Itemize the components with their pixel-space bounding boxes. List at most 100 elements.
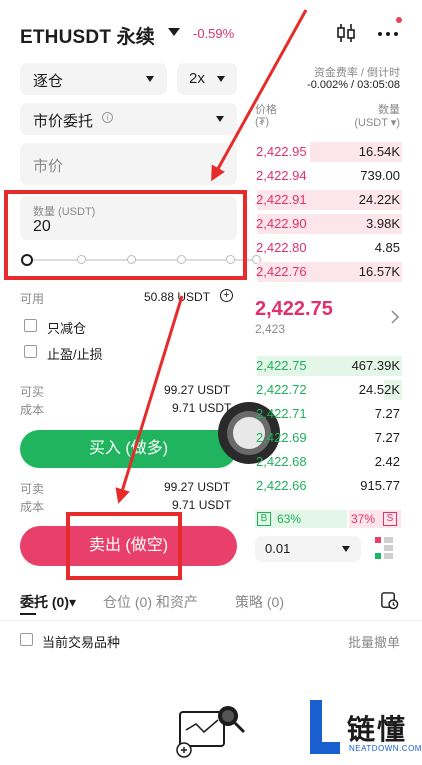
order-history-icon[interactable]: [380, 591, 399, 610]
notification-dot: [396, 17, 402, 23]
chevron-down-icon: [342, 546, 350, 552]
empty-orders-illustration: [176, 706, 246, 758]
info-icon[interactable]: i: [102, 112, 113, 123]
price-input[interactable]: 市价: [20, 143, 237, 185]
qty-column-header: 数量: [378, 104, 400, 116]
tab-orders-underline: [20, 613, 36, 615]
order-type-label: 市价委托: [33, 113, 94, 130]
buy-ratio-badge: B: [257, 512, 271, 526]
layout-block-gray: [384, 545, 393, 551]
tp-sl-label: 止盈/止损: [47, 347, 103, 362]
ask-quantity: 24.22K: [358, 192, 400, 207]
sell-cost-value: 9.71 USDT: [172, 498, 232, 512]
buy-cost-label: 成本: [20, 403, 45, 417]
price-placeholder: 市价: [33, 158, 64, 175]
price-change: -0.59%: [193, 26, 235, 41]
ask-row[interactable]: 2,422.90 3.98K: [254, 213, 402, 235]
bid-price: 2,422.71: [256, 406, 307, 421]
bid-price: 2,422.75: [256, 358, 307, 373]
ask-quantity: 3.98K: [366, 216, 400, 231]
reduce-only-checkbox[interactable]: [24, 319, 37, 332]
tab-strategy[interactable]: 策略 (0): [235, 592, 284, 612]
max-sell-value: 99.27 USDT: [164, 480, 231, 494]
qty-unit-select[interactable]: (USDT ▾): [354, 116, 400, 129]
ask-quantity: 739.00: [360, 168, 400, 183]
price-column-header: 价格: [255, 104, 277, 116]
ask-row[interactable]: 2,422.76 16.57K: [254, 261, 402, 283]
bid-quantity: 7.27: [374, 430, 400, 445]
bid-quantity: 915.77: [360, 478, 400, 493]
margin-mode-select[interactable]: 逐仓: [20, 63, 167, 95]
bid-price: 2,422.68: [256, 454, 307, 469]
buy-cost-value: 9.71 USDT: [172, 401, 232, 415]
tp-sl-checkbox[interactable]: [24, 345, 37, 358]
leverage-label: 2x: [189, 70, 205, 87]
mark-price[interactable]: 2,423: [255, 322, 285, 336]
tab-orders[interactable]: 委托 (0)▾: [20, 592, 76, 612]
max-sell-label: 可卖: [20, 482, 45, 496]
bid-row[interactable]: 2,422.71 7.27: [254, 403, 402, 425]
current-symbol-label: 当前交易品种: [42, 635, 121, 650]
precision-select[interactable]: 0.01: [255, 536, 361, 562]
max-buy-value: 99.27 USDT: [164, 383, 231, 397]
symbol-dropdown-icon[interactable]: [168, 28, 180, 36]
annotation-box-quantity: [4, 190, 247, 280]
bid-quantity: 467.39K: [351, 358, 400, 373]
symbol-title[interactable]: ETHUSDT 永续: [20, 22, 155, 49]
bid-quantity: 24.52K: [358, 382, 400, 397]
ask-price: 2,422.94: [256, 168, 307, 183]
bid-row[interactable]: 2,422.75 467.39K: [254, 355, 402, 377]
buy-long-button[interactable]: 买入 (做多): [20, 430, 237, 468]
sell-ratio-value: 37%: [351, 512, 376, 526]
chevron-down-icon: [217, 76, 225, 82]
watermark-domain: NEATDOWN.COM: [349, 744, 422, 753]
annotation-box-sell: [66, 512, 182, 580]
available-label: 可用: [20, 292, 45, 306]
last-price: 2,422.75: [255, 298, 333, 320]
bid-row[interactable]: 2,422.66 915.77: [254, 475, 402, 497]
layout-block-gray: [384, 537, 393, 543]
watermark-logo-icon: [310, 700, 340, 754]
leverage-select[interactable]: 2x: [177, 63, 237, 95]
bid-row[interactable]: 2,422.72 24.52K: [254, 379, 402, 401]
ask-quantity: 4.85: [374, 240, 400, 255]
bid-row[interactable]: 2,422.69 7.27: [254, 427, 402, 449]
ask-price: 2,422.90: [256, 216, 307, 231]
sell-cost-label: 成本: [20, 500, 45, 514]
ask-quantity: 16.54K: [358, 144, 400, 159]
bid-row[interactable]: 2,422.68 2.42: [254, 451, 402, 473]
buy-long-label: 买入 (做多): [88, 440, 169, 457]
ask-row[interactable]: 2,422.94 739.00: [254, 165, 402, 187]
batch-cancel-button[interactable]: 批量撤单: [348, 632, 400, 651]
max-buy-label: 可买: [20, 385, 45, 399]
precision-value: 0.01: [265, 541, 291, 556]
bid-quantity: 7.27: [374, 406, 400, 421]
more-dots-icon[interactable]: [376, 22, 400, 44]
tab-positions[interactable]: 仓位 (0) 和资产: [103, 592, 198, 612]
candlestick-chart-icon[interactable]: [335, 22, 357, 44]
chevron-down-icon: [146, 76, 154, 82]
bid-price: 2,422.66: [256, 478, 307, 493]
divider: [0, 620, 422, 621]
price-column-unit: (₮): [255, 116, 270, 128]
reduce-only-label: 只减仓: [47, 321, 87, 336]
layout-block-green: [375, 553, 381, 559]
chevron-down-icon: [216, 116, 224, 122]
current-symbol-checkbox[interactable]: [20, 633, 33, 646]
order-type-select[interactable]: 市价委托 i: [20, 103, 237, 135]
ask-price: 2,422.80: [256, 240, 307, 255]
margin-mode-label: 逐仓: [33, 73, 64, 90]
ask-row[interactable]: 2,422.91 24.22K: [254, 189, 402, 211]
bid-price: 2,422.72: [256, 382, 307, 397]
ask-price: 2,422.76: [256, 264, 307, 279]
add-funds-icon[interactable]: +: [220, 289, 233, 302]
book-layout-icon[interactable]: [375, 537, 395, 559]
ask-price: 2,422.91: [256, 192, 307, 207]
ask-row[interactable]: 2,422.80 4.85: [254, 237, 402, 259]
ask-quantity: 16.57K: [358, 264, 400, 279]
chevron-right-icon[interactable]: [390, 310, 400, 324]
watermark-text: 链懂: [347, 714, 408, 745]
funding-rate-value: -0.002% / 03:05:08: [307, 79, 400, 91]
ask-row[interactable]: 2,422.95 16.54K: [254, 141, 402, 163]
layout-block-red: [375, 537, 381, 543]
